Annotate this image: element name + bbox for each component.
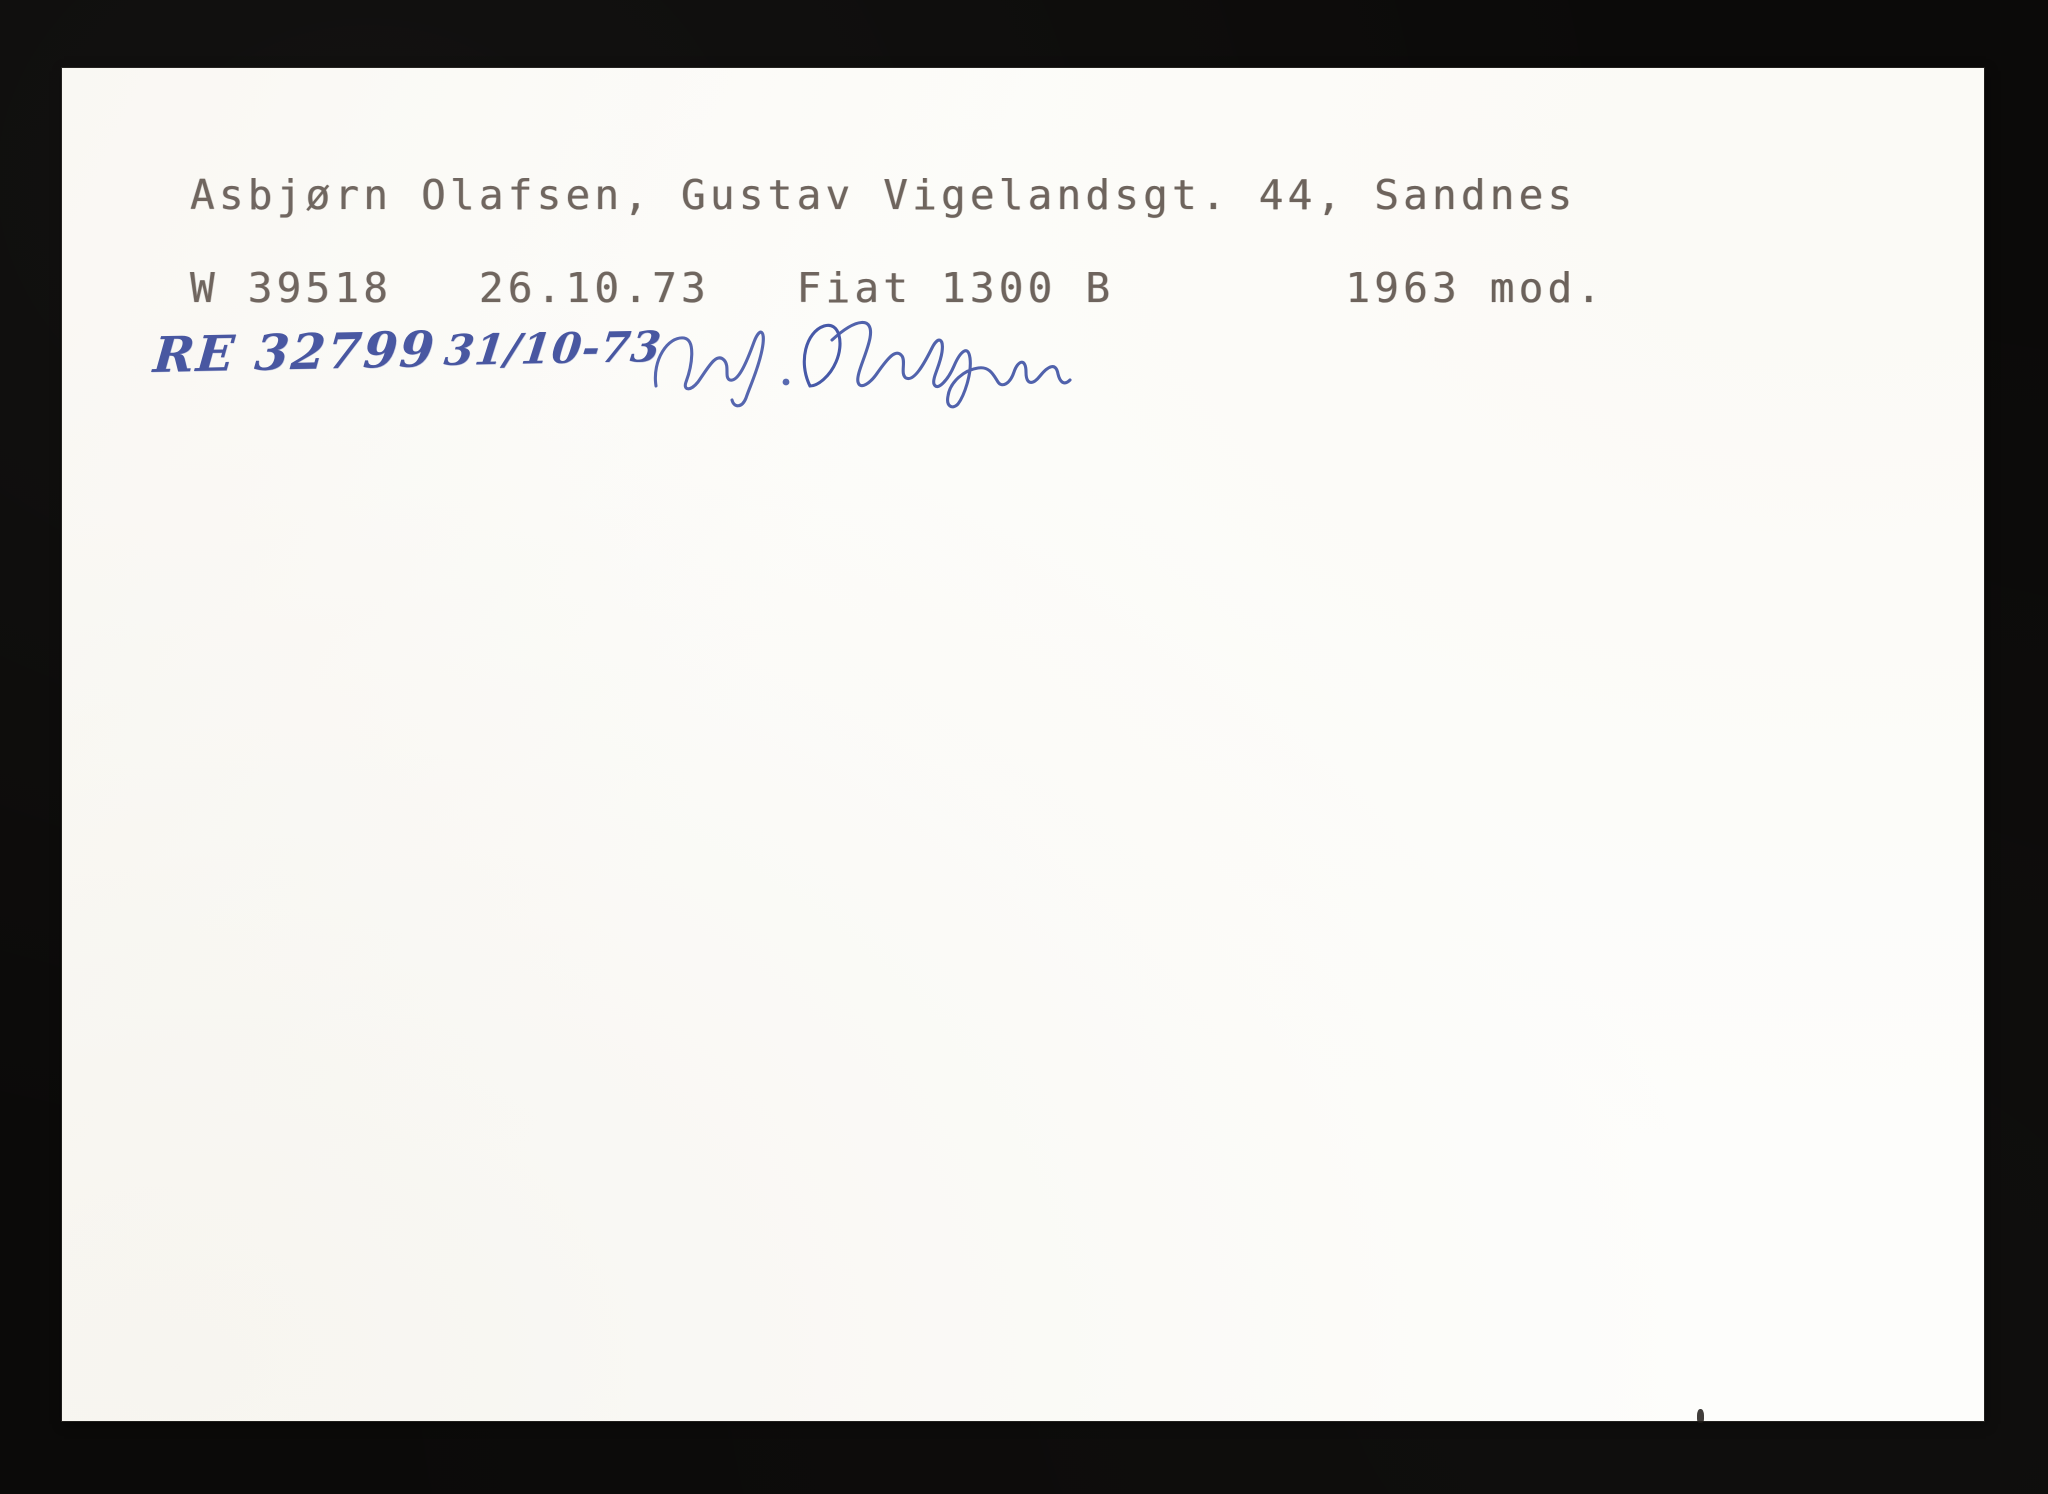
index-card: Asbjørn Olafsen, Gustav Vigelandsgt. 44,… [62, 68, 1984, 1423]
typed-line-vehicle-details: W 39518 26.10.73 Fiat 1300 B 1963 mod. [190, 264, 1606, 312]
paper-edge-speck [1697, 1409, 1704, 1423]
scan-background: Asbjørn Olafsen, Gustav Vigelandsgt. 44,… [0, 0, 2048, 1494]
handwritten-registration-number: RE 32799 [151, 320, 439, 384]
handwritten-date: 31/10-73 [441, 322, 665, 375]
typed-line-owner-address: Asbjørn Olafsen, Gustav Vigelandsgt. 44,… [190, 171, 1577, 219]
